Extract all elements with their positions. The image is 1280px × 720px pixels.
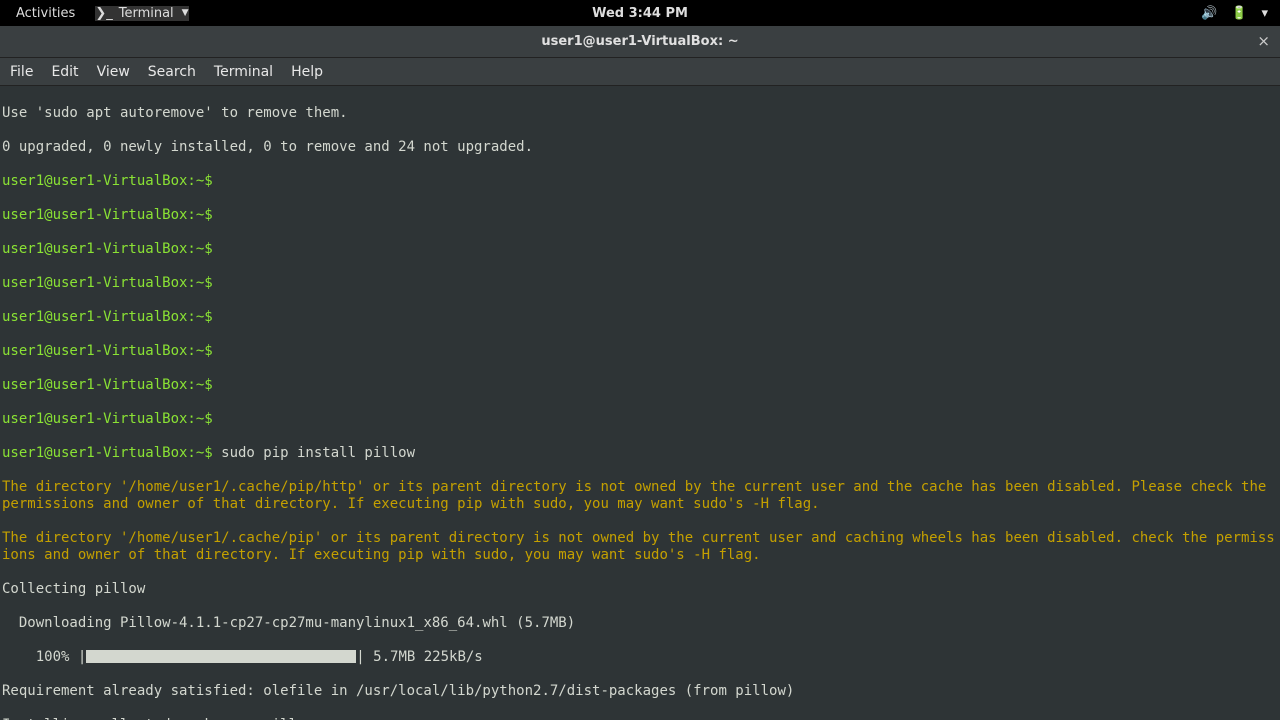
term-line: user1@user1-VirtualBox:~$ [2,411,1278,428]
chevron-down-icon: ▼ [182,8,189,18]
terminal-output[interactable]: Use 'sudo apt autoremove' to remove them… [0,86,1280,720]
menu-file[interactable]: File [10,64,33,80]
term-line: 0 upgraded, 0 newly installed, 0 to remo… [2,139,1278,156]
gnome-top-panel: Activities ❯_ Terminal ▼ Wed 3:44 PM 🔊 🔋… [0,0,1280,26]
terminal-window: user1@user1-VirtualBox: ~ × File Edit Vi… [0,26,1280,720]
term-line: user1@user1-VirtualBox:~$ [2,377,1278,394]
term-line: Collecting pillow [2,581,1278,598]
menu-terminal[interactable]: Terminal [214,64,273,80]
clock[interactable]: Wed 3:44 PM [592,6,688,21]
menubar: File Edit View Search Terminal Help [0,58,1280,86]
window-titlebar[interactable]: user1@user1-VirtualBox: ~ × [0,26,1280,58]
battery-icon[interactable]: 🔋 [1231,6,1247,21]
menu-view[interactable]: View [97,64,130,80]
term-warning: The directory '/home/user1/.cache/pip/ht… [2,479,1278,513]
activities-button[interactable]: Activities [8,4,83,23]
term-line: user1@user1-VirtualBox:~$ [2,343,1278,360]
terminal-icon: ❯_ [95,6,112,21]
volume-icon[interactable]: 🔊 [1201,6,1217,21]
term-line: user1@user1-VirtualBox:~$ [2,173,1278,190]
power-menu-icon[interactable]: ▾ [1261,6,1268,21]
term-line: user1@user1-VirtualBox:~$ [2,309,1278,326]
term-line: user1@user1-VirtualBox:~$ [2,275,1278,292]
active-app-name: Terminal [119,6,174,21]
active-app-indicator[interactable]: ❯_ Terminal ▼ [95,6,188,21]
term-progress: 100% || 5.7MB 225kB/s [2,649,1278,666]
term-line: user1@user1-VirtualBox:~$ sudo pip insta… [2,445,1278,462]
window-title: user1@user1-VirtualBox: ~ [541,34,738,49]
menu-help[interactable]: Help [291,64,323,80]
progress-bar [86,650,356,663]
menu-edit[interactable]: Edit [51,64,78,80]
term-line: Use 'sudo apt autoremove' to remove them… [2,105,1278,122]
menu-search[interactable]: Search [148,64,196,80]
term-warning: The directory '/home/user1/.cache/pip' o… [2,530,1278,564]
term-line: user1@user1-VirtualBox:~$ [2,241,1278,258]
term-line: Downloading Pillow-4.1.1-cp27-cp27mu-man… [2,615,1278,632]
term-line: Requirement already satisfied: olefile i… [2,683,1278,700]
term-line: user1@user1-VirtualBox:~$ [2,207,1278,224]
window-close-button[interactable]: × [1257,32,1270,50]
